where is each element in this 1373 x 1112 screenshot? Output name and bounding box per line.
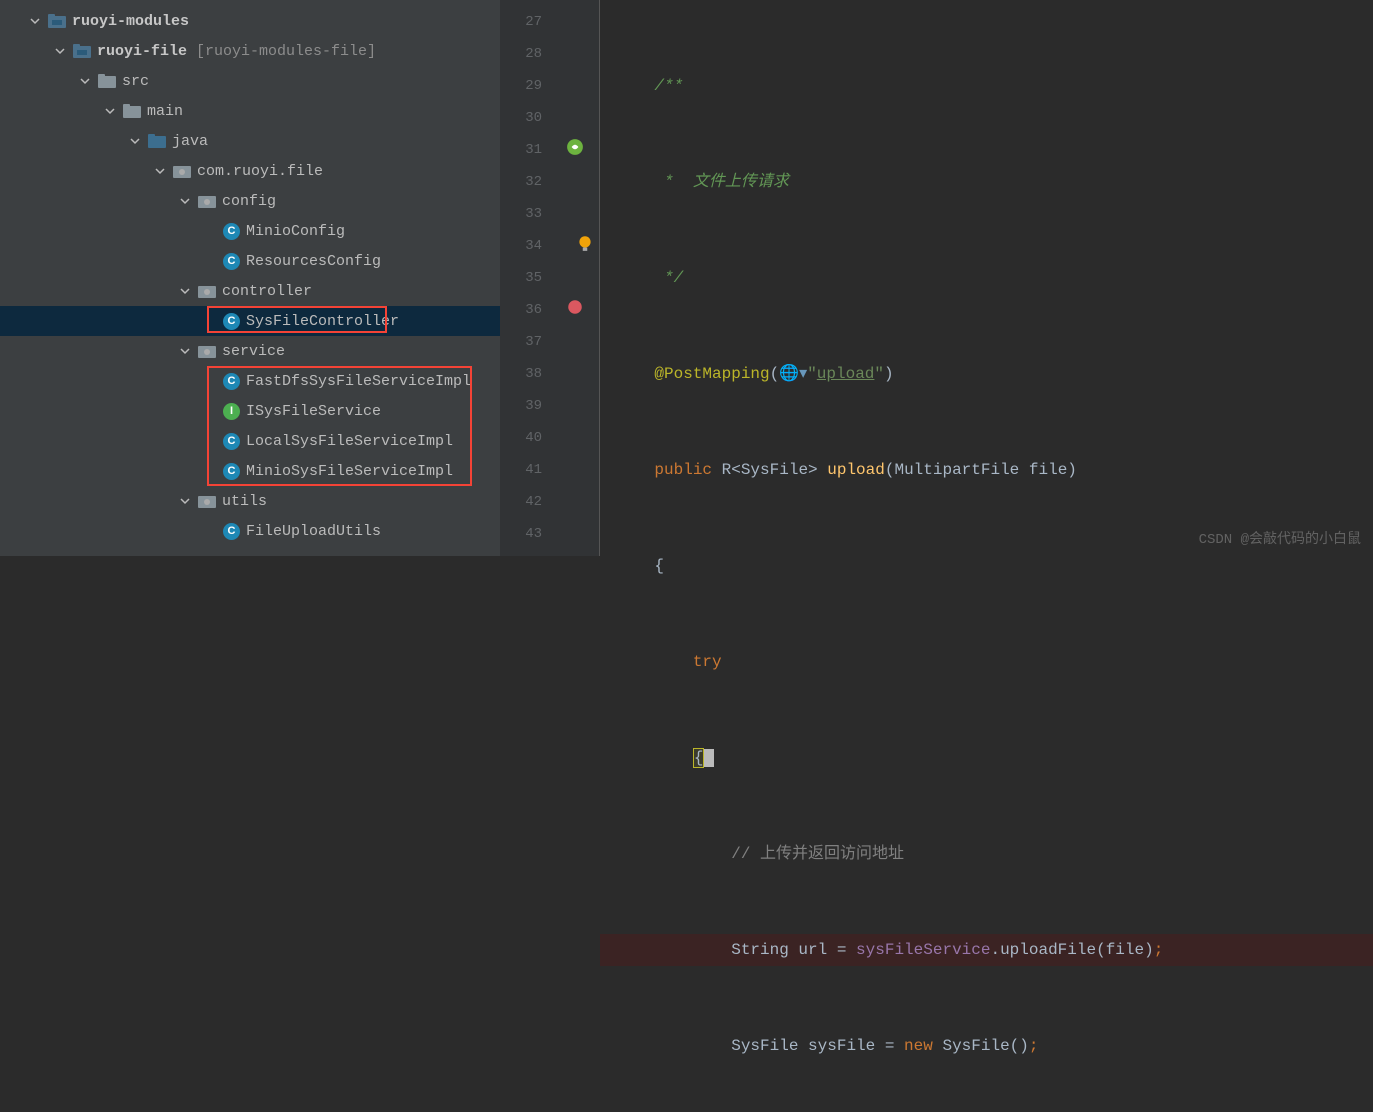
source-folder-icon [148,132,166,150]
tree-label: MinioSysFileServiceImpl [246,463,453,480]
module-icon [48,12,66,30]
tree-label: ISysFileService [246,403,381,420]
chevron-down-icon[interactable] [78,74,92,88]
tree-item-class[interactable]: C ResourcesConfig [0,246,500,276]
project-tree[interactable]: ruoyi-modules ruoyi-file [ruoyi-modules-… [0,0,500,556]
folder-icon [98,72,116,90]
tree-item-java[interactable]: java [0,126,500,156]
spring-bean-icon[interactable] [566,138,584,156]
tree-label: ruoyi-modules [72,13,189,30]
class-icon: C [223,373,240,390]
tree-item-sysfilecontroller[interactable]: C SysFileController [0,306,500,336]
class-icon: C [223,463,240,480]
tree-item-class[interactable]: C FileUploadUtils [0,516,500,546]
tree-item-package[interactable]: com.ruoyi.file [0,156,500,186]
chevron-down-icon[interactable] [178,494,192,508]
tree-item-file-module[interactable]: ruoyi-file [ruoyi-modules-file] [0,36,500,66]
chevron-down-icon[interactable] [103,104,117,118]
tree-label: src [122,73,149,90]
tree-item-main[interactable]: main [0,96,500,126]
tree-label: ruoyi-file [ruoyi-modules-file] [97,43,376,60]
tree-item-modules[interactable]: ruoyi-modules [0,6,500,36]
tree-item-class[interactable]: C MinioConfig [0,216,500,246]
watermark: CSDN @会敲代码的小白鼠 [1199,528,1361,548]
chevron-down-icon[interactable] [178,344,192,358]
chevron-down-icon[interactable] [28,14,42,28]
chevron-down-icon[interactable] [178,194,192,208]
tree-label: service [222,343,285,360]
tree-label: com.ruoyi.file [197,163,323,180]
code-area[interactable]: /** * 文件上传请求 */ @PostMapping(🌐▾"upload")… [600,0,1373,556]
package-icon [198,192,216,210]
tree-label: main [147,103,183,120]
folder-icon [123,102,141,120]
tree-item-service[interactable]: service [0,336,500,366]
package-icon [198,342,216,360]
tree-item-controller[interactable]: controller [0,276,500,306]
code-editor[interactable]: 27282930 31323334 35363738 39404142 43 /… [500,0,1373,556]
tree-item-class[interactable]: C FastDfsSysFileServiceImpl [0,366,500,396]
tree-item-class[interactable]: C MinioSysFileServiceImpl [0,456,500,486]
bulb-icon[interactable] [576,234,594,252]
chevron-down-icon[interactable] [178,284,192,298]
interface-icon: I [223,403,240,420]
tree-item-src[interactable]: src [0,66,500,96]
tree-label: FileUploadUtils [246,523,381,540]
tree-label: controller [222,283,312,300]
module-icon [73,42,91,60]
class-icon: C [223,253,240,270]
line-number-gutter: 27282930 31323334 35363738 39404142 43 [500,0,560,556]
breakpoint-icon[interactable] [566,298,584,316]
tree-label: SysFileController [246,313,399,330]
tree-label: MinioConfig [246,223,345,240]
package-icon [198,282,216,300]
chevron-down-icon[interactable] [153,164,167,178]
tree-item-config[interactable]: config [0,186,500,216]
class-icon: C [223,433,240,450]
tree-label: java [172,133,208,150]
tree-item-interface[interactable]: I ISysFileService [0,396,500,426]
class-icon: C [223,523,240,540]
tree-label: config [222,193,276,210]
chevron-down-icon[interactable] [128,134,142,148]
tree-label: utils [222,493,267,510]
tree-label: LocalSysFileServiceImpl [246,433,453,450]
tree-label: FastDfsSysFileServiceImpl [246,373,471,390]
tree-item-utils[interactable]: utils [0,486,500,516]
chevron-down-icon[interactable] [53,44,67,58]
package-icon [173,162,191,180]
gutter-icons [560,0,600,556]
tree-label: ResourcesConfig [246,253,381,270]
tree-item-class[interactable]: C LocalSysFileServiceImpl [0,426,500,456]
package-icon [198,492,216,510]
class-icon: C [223,313,240,330]
class-icon: C [223,223,240,240]
